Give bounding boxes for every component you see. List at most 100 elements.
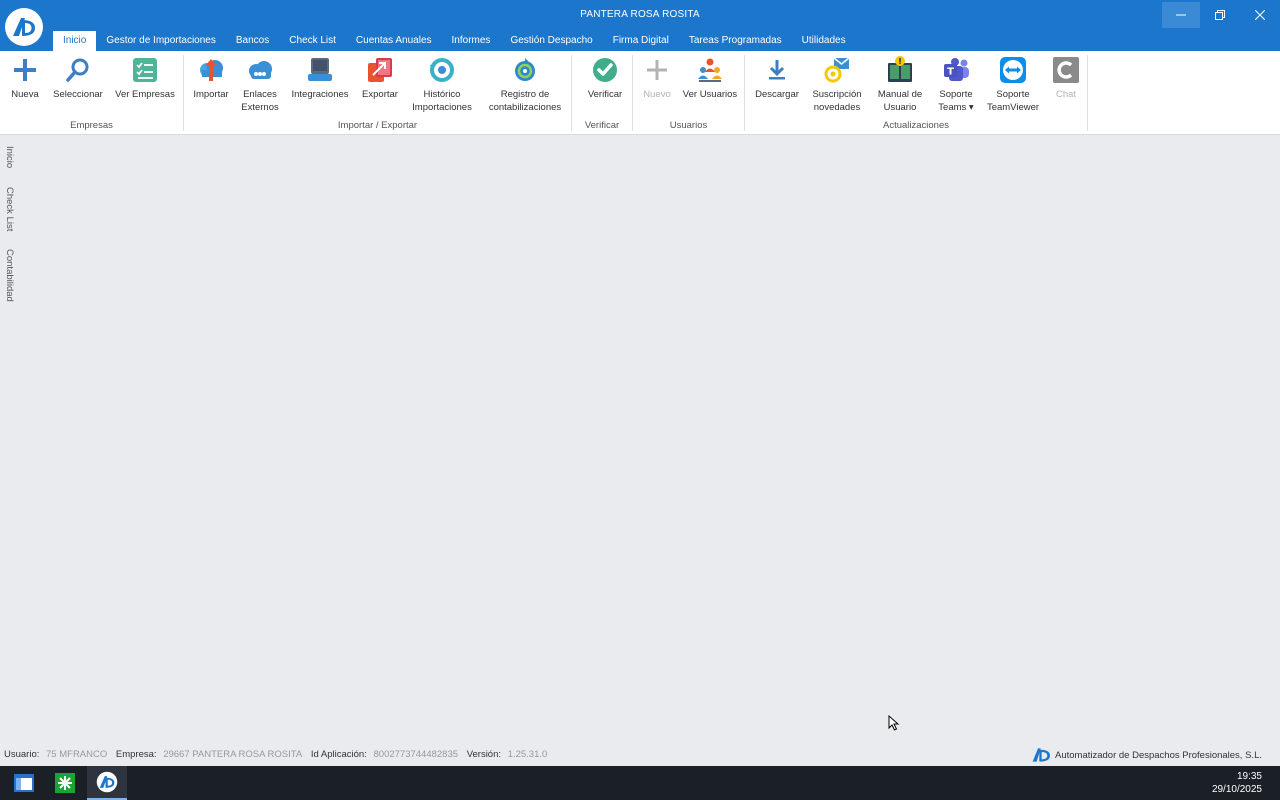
version-value: 1.25.31.0 (507, 749, 548, 760)
importar-label: Importar (193, 89, 229, 100)
side-tab-inicio[interactable]: Inicio (4, 146, 15, 168)
taskbar-app-adp[interactable] (87, 766, 127, 800)
tab-check-list[interactable]: Check List (279, 31, 346, 51)
taskbar-app-window[interactable] (4, 766, 44, 800)
plus-icon (14, 59, 36, 81)
adp-app-icon (96, 771, 118, 793)
taskbar: 19:35 29/10/2025 (0, 766, 1280, 800)
menu-tabs: Inicio Gestor de Importaciones Bancos Ch… (53, 31, 856, 51)
tab-utilidades[interactable]: Utilidades (792, 31, 856, 51)
tab-tareas-programadas[interactable]: Tareas Programadas (679, 31, 792, 51)
taskbar-app-green[interactable] (45, 766, 85, 800)
checklist-icon (133, 58, 157, 82)
ver-empresas-button[interactable]: Ver Empresas (113, 55, 177, 101)
historico-label-1: Histórico (423, 89, 461, 100)
clock-time: 19:35 (1236, 771, 1262, 782)
restore-button[interactable] (1201, 2, 1239, 28)
ver-usuarios-label: Ver Usuarios (682, 89, 738, 100)
window-title: PANTERA ROSA ROSITA (580, 9, 700, 20)
usuario-label: Usuario: (4, 749, 40, 760)
download-icon (769, 60, 785, 80)
tab-gestor-importaciones[interactable]: Gestor de Importaciones (96, 31, 226, 51)
empresa-value: 29667 PANTERA ROSA ROSITA (163, 749, 303, 760)
side-tabs: Inicio Check List Contabilidad (0, 136, 22, 746)
group-verificar-label: Verificar (584, 120, 620, 131)
teamviewer-icon (1000, 57, 1026, 83)
side-tab-check-list[interactable]: Check List (4, 187, 15, 231)
chat-button[interactable]: Chat (1049, 55, 1083, 101)
main-workspace (26, 136, 1280, 746)
registro-contabilizaciones-button[interactable]: Registro de contabilizaciones (483, 55, 567, 114)
company-name: Automatizador de Despachos Profesionales… (1054, 749, 1262, 761)
teamviewer-label-2: TeamViewer (986, 102, 1040, 113)
nueva-empresa-button[interactable]: Nueva (6, 55, 44, 101)
window-app-icon (14, 774, 34, 792)
mouse-cursor-icon (888, 715, 900, 731)
cloud-upload-icon (200, 59, 223, 81)
seleccionar-button[interactable]: Seleccionar (49, 55, 107, 101)
suscripcion-label-1: Suscripción (812, 89, 862, 100)
manual-usuario-button[interactable]: Manual de Usuario (872, 55, 928, 114)
side-tab-contabilidad[interactable]: Contabilidad (4, 249, 15, 302)
nueva-label: Nueva (11, 89, 39, 100)
empresa-label: Empresa: (115, 749, 157, 760)
book-icon (888, 56, 912, 82)
history-icon (430, 58, 454, 82)
importar-button[interactable]: Importar (190, 55, 232, 101)
ribbon-separator (1087, 55, 1088, 131)
close-button[interactable] (1241, 2, 1279, 28)
chat-label: Chat (1055, 89, 1077, 100)
computer-icon (308, 58, 332, 81)
asterisk-app-icon (55, 773, 75, 793)
manual-label-1: Manual de (877, 89, 923, 100)
tab-informes[interactable]: Informes (442, 31, 501, 51)
historico-importaciones-button[interactable]: Histórico Importaciones (408, 55, 476, 114)
id-aplicacion-label: Id Aplicación: (310, 749, 367, 760)
verificar-button[interactable]: Verificar (583, 55, 627, 101)
nuevo-usuario-button[interactable]: Nuevo (638, 55, 676, 101)
suscripcion-novedades-button[interactable]: Suscripción novedades (808, 55, 866, 114)
cloud-link-icon (249, 61, 272, 79)
teams-label-1: Soporte (939, 89, 973, 100)
enlaces-label-2: Externos (241, 102, 279, 113)
soporte-teamviewer-button[interactable]: Soporte TeamViewer (983, 55, 1043, 114)
exportar-button[interactable]: Exportar (358, 55, 402, 101)
plus-icon (647, 60, 667, 80)
tab-inicio[interactable]: Inicio (53, 31, 97, 51)
company-logo-icon (1032, 748, 1050, 762)
chat-icon (1053, 57, 1079, 83)
minimize-button[interactable] (1162, 2, 1200, 28)
tab-firma-digital[interactable]: Firma Digital (603, 31, 679, 51)
manual-label-2: Usuario (883, 102, 917, 113)
group-usuarios-label: Usuarios (669, 120, 708, 131)
check-circle-icon (593, 58, 617, 82)
soporte-teams-button[interactable]: T Soporte Teams ▾ (934, 55, 978, 114)
sync-icon (515, 58, 535, 81)
registro-label-1: Registro de (500, 89, 550, 100)
integraciones-button[interactable]: Integraciones (288, 55, 352, 101)
users-icon (698, 58, 722, 82)
ver-empresas-label: Ver Empresas (115, 89, 175, 100)
taskbar-clock[interactable]: 19:35 29/10/2025 (1212, 770, 1262, 796)
teams-icon: T (944, 58, 969, 81)
teams-label-2: Teams ▾ (938, 102, 974, 113)
ribbon: Nueva Seleccionar Ver Empresas Empresas … (0, 51, 1280, 135)
export-icon (368, 58, 392, 82)
tab-gestion-despacho[interactable]: Gestión Despacho (500, 31, 602, 51)
ver-usuarios-button[interactable]: Ver Usuarios (681, 55, 739, 101)
tab-bancos[interactable]: Bancos (226, 31, 279, 51)
enlaces-externos-button[interactable]: Enlaces Externos (238, 55, 282, 114)
group-actualizaciones-label: Actualizaciones (882, 120, 949, 131)
descargar-label: Descargar (755, 89, 799, 100)
integraciones-label: Integraciones (291, 89, 349, 100)
descargar-button[interactable]: Descargar (751, 55, 803, 101)
exportar-label: Exportar (362, 89, 398, 100)
group-importar-exportar-label: Importar / Exportar (337, 120, 418, 131)
email-subscribe-icon (824, 57, 850, 83)
nuevo-label: Nuevo (643, 89, 671, 100)
teamviewer-label-1: Soporte (996, 89, 1030, 100)
tab-cuentas-anuales[interactable]: Cuentas Anuales (346, 31, 442, 51)
version-label: Versión: (466, 749, 502, 760)
group-empresas-label: Empresas (70, 120, 113, 131)
usuario-value: 75 MFRANCO (46, 749, 108, 760)
